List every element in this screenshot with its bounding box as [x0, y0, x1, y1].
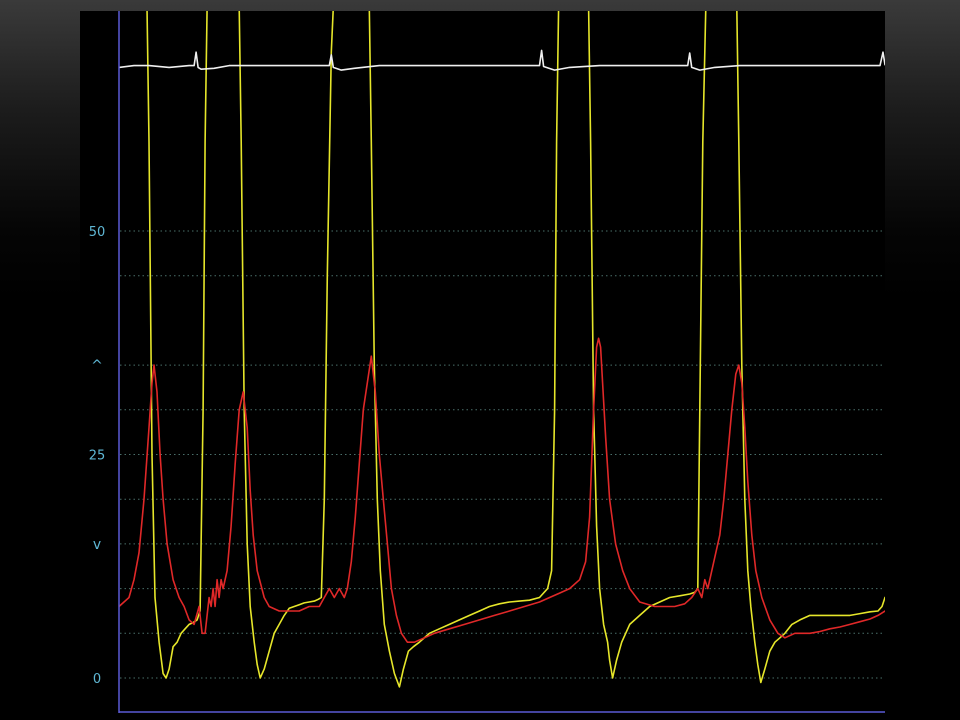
y-tick-label: 0 — [93, 672, 101, 687]
y-tick-label: 50 — [89, 225, 106, 240]
chart: 50 25 0 ^ v — [80, 11, 885, 713]
y-tick-label: 25 — [89, 449, 106, 464]
y-marker-label: v — [93, 537, 101, 553]
y-marker-label: ^ — [91, 358, 103, 374]
